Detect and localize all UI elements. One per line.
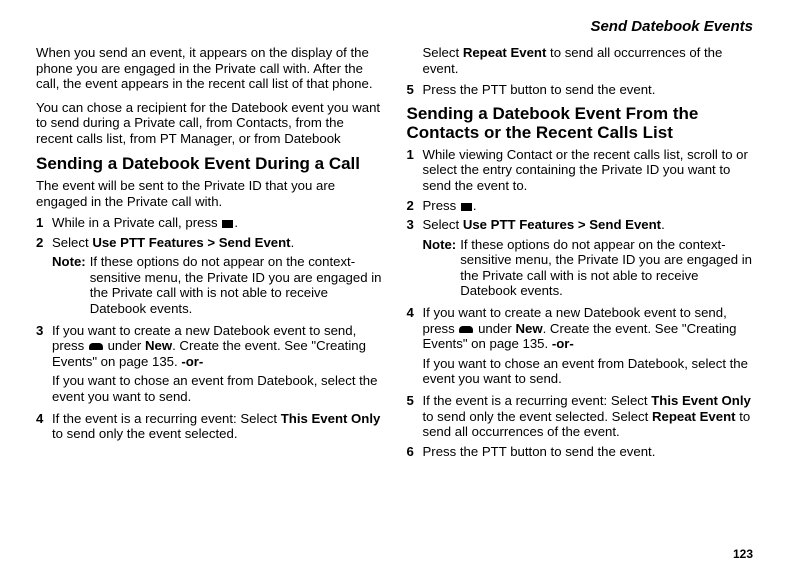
text-fragment: While in a Private call, press — [52, 215, 221, 230]
text-fragment: to send only the event selected. Select — [423, 409, 652, 424]
bold-text: Repeat Event — [463, 45, 547, 60]
step-text: Press . — [423, 198, 754, 214]
step-text: Press the PTT button to send the event. — [423, 444, 754, 460]
intro-paragraph-1: When you send an event, it appears on th… — [36, 45, 383, 92]
text-fragment: . — [473, 198, 477, 213]
bold-text: This Event Only — [281, 411, 381, 426]
left-step-3-sub: If you want to chose an event from Dateb… — [36, 373, 383, 404]
bold-text: Repeat Event — [652, 409, 736, 424]
bold-text: Use PTT Features > Send Event — [92, 235, 290, 250]
text-fragment: . — [661, 217, 665, 232]
running-head: Send Datebook Events — [36, 18, 753, 35]
text-fragment: to send only the event selected. — [52, 426, 237, 441]
step-text: If the event is a recurring event: Selec… — [423, 393, 754, 440]
step-number: 5 — [407, 393, 423, 440]
step-number: 3 — [407, 217, 423, 233]
text-fragment: If the event is a recurring event: Selec… — [52, 411, 281, 426]
bold-text: New — [515, 321, 542, 336]
text-fragment: If the event is a recurring event: Selec… — [423, 393, 652, 408]
menu-key-icon — [461, 203, 472, 211]
step-number: 3 — [36, 323, 52, 370]
note-text: If these options do not appear on the co… — [460, 237, 753, 299]
step-text: If you want to create a new Datebook eve… — [52, 323, 383, 370]
text-fragment: Select — [52, 235, 92, 250]
bold-text: -or- — [552, 336, 574, 351]
step-text: If the event is a recurring event: Selec… — [52, 411, 383, 442]
bold-text: -or- — [181, 354, 203, 369]
heading-from-contacts: Sending a Datebook Event From the Contac… — [407, 104, 754, 143]
step-number: 4 — [407, 305, 423, 352]
text-fragment: under — [104, 338, 145, 353]
left-column: When you send an event, it appears on th… — [36, 45, 383, 463]
note-label: Note: — [423, 237, 461, 299]
step-text: Press the PTT button to send the event. — [423, 82, 754, 98]
step-text: If you want to create a new Datebook eve… — [423, 305, 754, 352]
right-note-1: Note: If these options do not appear on … — [407, 237, 754, 299]
step-text: While viewing Contact or the recent call… — [423, 147, 754, 194]
step-number: 6 — [407, 444, 423, 460]
step-number: 1 — [36, 215, 52, 231]
left-note-1: Note: If these options do not appear on … — [36, 254, 383, 316]
right-step-3: 3 Select Use PTT Features > Send Event. — [407, 217, 754, 233]
right-step-2: 2 Press . — [407, 198, 754, 214]
step-number: 4 — [36, 411, 52, 442]
text-fragment: . — [291, 235, 295, 250]
step-number: 2 — [407, 198, 423, 214]
softkey-icon — [459, 326, 473, 333]
right-step-4-sub: If you want to chose an event from Dateb… — [407, 356, 754, 387]
text-fragment: Press — [423, 198, 460, 213]
step-text: Select Use PTT Features > Send Event. — [423, 217, 754, 233]
text-fragment: under — [474, 321, 515, 336]
page-number: 123 — [733, 547, 753, 561]
step-number: 1 — [407, 147, 423, 194]
bold-text: This Event Only — [651, 393, 751, 408]
note-label: Note: — [52, 254, 90, 316]
step-number: 5 — [407, 82, 423, 98]
during-call-lead: The event will be sent to the Private ID… — [36, 178, 383, 209]
left-step-1: 1 While in a Private call, press . — [36, 215, 383, 231]
text-fragment: Select — [423, 217, 463, 232]
bold-text: Use PTT Features > Send Event — [463, 217, 661, 232]
text-fragment: Select — [423, 45, 463, 60]
note-text: If these options do not appear on the co… — [90, 254, 383, 316]
right-step-4: 4 If you want to create a new Datebook e… — [407, 305, 754, 352]
heading-during-call: Sending a Datebook Event During a Call — [36, 154, 383, 174]
menu-key-icon — [222, 220, 233, 228]
step-text: Select Use PTT Features > Send Event. — [52, 235, 383, 251]
step-text: While in a Private call, press . — [52, 215, 383, 231]
manual-page: Send Datebook Events When you send an ev… — [0, 0, 789, 573]
left-step-3: 3 If you want to create a new Datebook e… — [36, 323, 383, 370]
left-step-4: 4 If the event is a recurring event: Sel… — [36, 411, 383, 442]
two-column-layout: When you send an event, it appears on th… — [36, 45, 753, 463]
right-step-6: 6 Press the PTT button to send the event… — [407, 444, 754, 460]
intro-paragraph-2: You can chose a recipient for the Datebo… — [36, 100, 383, 147]
softkey-icon — [89, 343, 103, 350]
right-step-5: 5 Press the PTT button to send the event… — [407, 82, 754, 98]
right-continuation: Select Repeat Event to send all occurren… — [407, 45, 754, 76]
bold-text: New — [145, 338, 172, 353]
right-column: Select Repeat Event to send all occurren… — [407, 45, 754, 463]
left-step-2: 2 Select Use PTT Features > Send Event. — [36, 235, 383, 251]
step-number: 2 — [36, 235, 52, 251]
right-step-5b: 5 If the event is a recurring event: Sel… — [407, 393, 754, 440]
right-step-1: 1 While viewing Contact or the recent ca… — [407, 147, 754, 194]
text-fragment: . — [234, 215, 238, 230]
